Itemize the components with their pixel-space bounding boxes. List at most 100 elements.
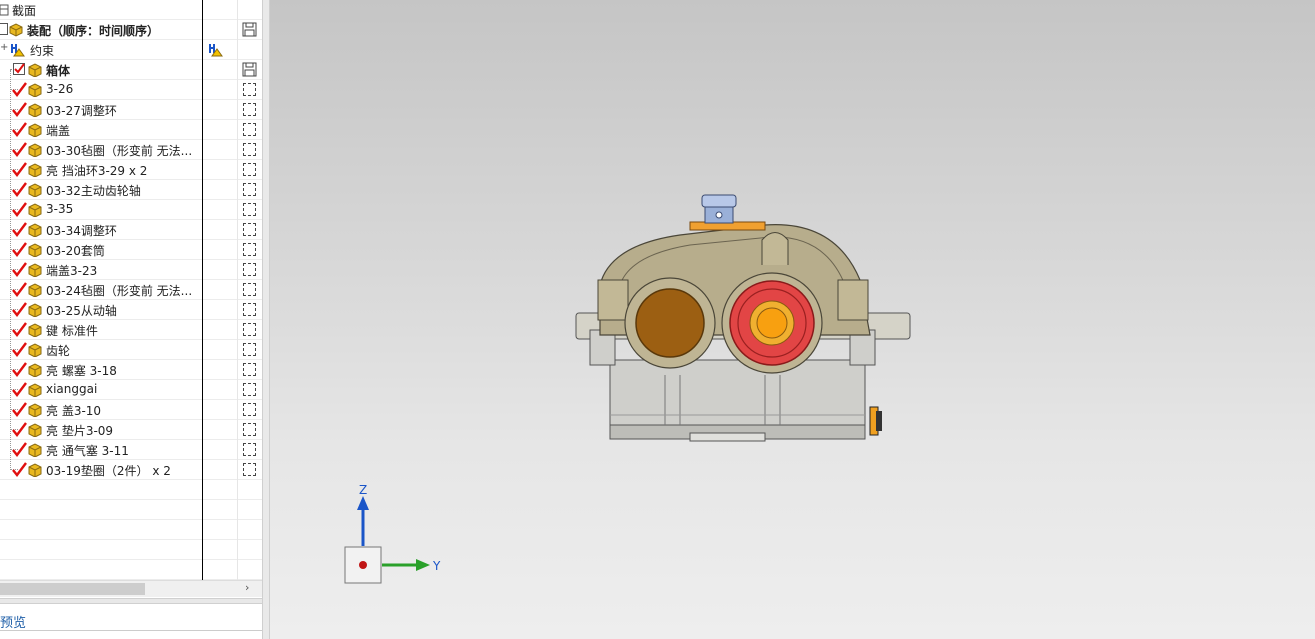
visible-check-icon[interactable]	[11, 321, 27, 337]
preview-divider	[0, 630, 262, 631]
part-icon	[28, 303, 42, 317]
part-status-box[interactable]	[243, 443, 256, 456]
preview-tab[interactable]: 预览	[0, 612, 26, 631]
visible-check-icon[interactable]	[11, 141, 27, 157]
visible-check-icon[interactable]	[11, 441, 27, 457]
z-axis-label: Z	[359, 483, 367, 497]
constraints-label: 约束	[30, 44, 55, 58]
part-icon	[28, 63, 42, 77]
save-icon[interactable]	[242, 22, 257, 37]
3d-viewport[interactable]: Z Y	[270, 0, 1315, 639]
part-label: 03-19垫圈（2件） x 2	[46, 464, 171, 478]
part-label: 键 标准件	[46, 324, 98, 338]
tree-row-part[interactable]: 箱体	[0, 60, 262, 80]
expand-icon[interactable]: +	[0, 42, 8, 53]
tree-row-part[interactable]: 03-32主动齿轮轴	[0, 180, 262, 200]
visible-check-icon[interactable]	[11, 121, 27, 137]
part-status-box[interactable]	[243, 363, 256, 376]
visible-check-icon[interactable]	[11, 461, 27, 477]
part-status-box[interactable]	[243, 163, 256, 176]
part-status-box[interactable]	[243, 343, 256, 356]
part-status-box[interactable]	[243, 223, 256, 236]
tree-row-part[interactable]: 03-20套筒	[0, 240, 262, 260]
scroll-right-arrow[interactable]: ›	[245, 581, 249, 594]
visible-check-icon[interactable]	[11, 401, 27, 417]
y-axis-label: Y	[432, 559, 441, 573]
part-icon	[28, 83, 42, 97]
tree-row-assembly[interactable]: 装配（顺序：时间顺序）	[0, 20, 262, 40]
visible-check-icon[interactable]	[11, 341, 27, 357]
part-label: 03-25从动轴	[46, 304, 117, 318]
constraint-icon	[11, 44, 25, 57]
tree-row-part[interactable]: 03-24毡圈（形变前 无法...	[0, 280, 262, 300]
visible-check-icon[interactable]	[11, 381, 27, 397]
visible-check-icon[interactable]	[11, 221, 27, 237]
tree-row-part[interactable]: 端盖	[0, 120, 262, 140]
save-icon[interactable]	[242, 62, 257, 77]
visible-check-icon[interactable]	[11, 161, 27, 177]
part-status-box[interactable]	[243, 103, 256, 116]
part-icon	[28, 143, 42, 157]
assembly-checkbox[interactable]	[0, 23, 8, 35]
part-status-box[interactable]	[243, 263, 256, 276]
tree-row-part[interactable]: 齿轮	[0, 340, 262, 360]
visible-check-icon[interactable]	[11, 201, 27, 217]
tree-row-section[interactable]: 截面	[0, 0, 262, 20]
part-status-box[interactable]	[243, 243, 256, 256]
part-status-box[interactable]	[243, 423, 256, 436]
visible-check-icon[interactable]	[11, 301, 27, 317]
part-icon	[28, 223, 42, 237]
tree-row-part[interactable]: 03-27调整环	[0, 100, 262, 120]
part-status-box[interactable]	[243, 303, 256, 316]
tree-row-part[interactable]: 03-19垫圈（2件） x 2	[0, 460, 262, 480]
visible-check-icon[interactable]	[11, 421, 27, 437]
part-icon	[28, 323, 42, 337]
part-label: 03-20套筒	[46, 244, 105, 258]
part-icon	[28, 403, 42, 417]
visible-check-icon[interactable]	[11, 261, 27, 277]
part-status-box[interactable]	[243, 83, 256, 96]
tree-row-part[interactable]: 亮 盖3-10	[0, 400, 262, 420]
tree-row-part[interactable]: 亮 通气塞 3-11	[0, 440, 262, 460]
tree-row-part[interactable]: 03-25从动轴	[0, 300, 262, 320]
visible-check-icon[interactable]	[11, 81, 27, 97]
tree-row-part[interactable]: 3-35	[0, 200, 262, 220]
part-status-box[interactable]	[243, 203, 256, 216]
tree-row-part[interactable]: 端盖3-23	[0, 260, 262, 280]
visible-check-icon[interactable]	[11, 281, 27, 297]
part-status-box[interactable]	[243, 143, 256, 156]
assembly-tree: 截面 装配（顺序：时间顺序） + 约束 箱体 3-26 03-27调整环端盖 03-3…	[0, 0, 262, 580]
visible-check-icon[interactable]	[11, 181, 27, 197]
tree-row-part[interactable]: xianggai	[0, 380, 262, 400]
panel-border[interactable]	[262, 0, 270, 639]
part-status-box[interactable]	[243, 123, 256, 136]
tree-row-part[interactable]: 亮 挡油环3-29 x 2	[0, 160, 262, 180]
part-status-box[interactable]	[243, 323, 256, 336]
tree-row-part[interactable]: 03-30毡圈（形变前 无法...	[0, 140, 262, 160]
tree-row-part[interactable]: 03-34调整环	[0, 220, 262, 240]
part-label: 03-27调整环	[46, 104, 117, 118]
part-label: 亮 通气塞 3-11	[46, 444, 129, 458]
part-icon	[28, 463, 42, 477]
horizontal-scrollbar[interactable]: ›	[0, 580, 262, 597]
visibility-checkbox[interactable]	[13, 63, 25, 75]
panel-splitter[interactable]	[0, 598, 262, 604]
tree-row-part[interactable]: 键 标准件	[0, 320, 262, 340]
part-label: 03-30毡圈（形变前 无法...	[46, 144, 193, 158]
tree-row-part[interactable]: 亮 垫片3-09	[0, 420, 262, 440]
part-status-box[interactable]	[243, 403, 256, 416]
part-status-box[interactable]	[243, 463, 256, 476]
part-status-box[interactable]	[243, 383, 256, 396]
part-icon	[28, 383, 42, 397]
part-status-box[interactable]	[243, 283, 256, 296]
tree-row-part[interactable]: 3-26	[0, 80, 262, 100]
scrollbar-thumb[interactable]	[0, 583, 145, 595]
visible-check-icon[interactable]	[11, 241, 27, 257]
visible-check-icon[interactable]	[11, 361, 27, 377]
left-panel: 截面 装配（顺序：时间顺序） + 约束 箱体 3-26 03-27调整环端盖 03-3…	[0, 0, 262, 639]
tree-row-part[interactable]: 亮 螺塞 3-18	[0, 360, 262, 380]
part-status-box[interactable]	[243, 183, 256, 196]
visible-check-icon[interactable]	[11, 101, 27, 117]
gearbox-model[interactable]	[570, 185, 915, 450]
tree-row-constraints[interactable]: + 约束	[0, 40, 262, 60]
